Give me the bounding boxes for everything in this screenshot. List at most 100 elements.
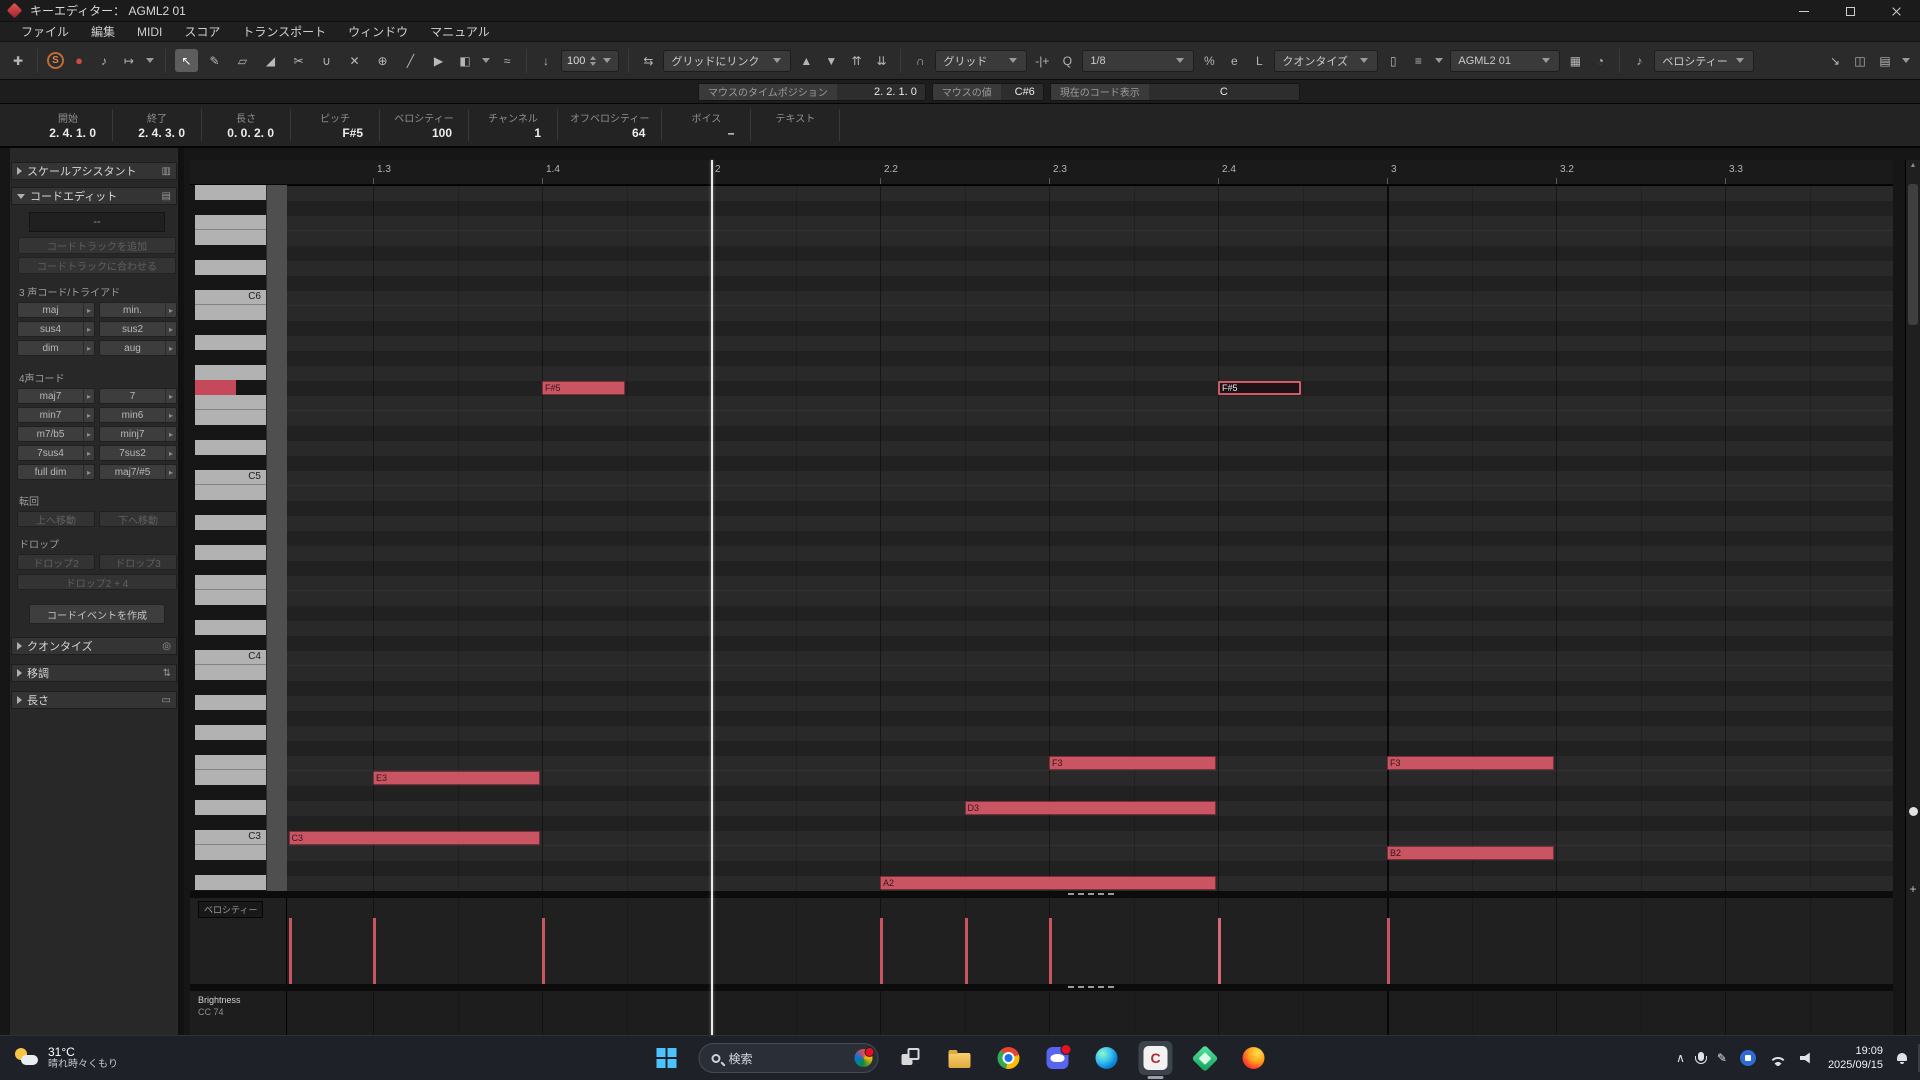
midi-note-D3[interactable]: D3 xyxy=(964,801,1216,815)
clock[interactable]: 19:09 2025/09/15 xyxy=(1828,1044,1883,1073)
curve-icon[interactable]: ≈ xyxy=(497,51,517,71)
chord-button-full dim[interactable]: full dim ▸ xyxy=(17,464,95,480)
piano-key-B4[interactable] xyxy=(195,485,266,500)
chord-button-min.[interactable]: min. ▸ xyxy=(99,302,177,318)
piano-key-G3[interactable] xyxy=(195,725,266,740)
midi-note-E3[interactable]: E3 xyxy=(373,771,540,785)
chord-button-maj7[interactable]: maj7 ▸ xyxy=(17,388,95,404)
edge-icon[interactable] xyxy=(1090,1041,1124,1075)
notification-bell-icon[interactable] xyxy=(1896,1052,1908,1064)
menu-item-マニュアル[interactable]: マニュアル xyxy=(419,23,501,40)
independent-loop-icon[interactable]: ◔ xyxy=(1590,51,1610,71)
velocity-stepper-icon[interactable] xyxy=(590,55,597,66)
piano-key-G6[interactable] xyxy=(195,185,266,200)
chord-button-maj[interactable]: maj ▸ xyxy=(17,302,95,318)
piano-key-A#3[interactable] xyxy=(195,680,266,695)
cubase-icon[interactable]: C xyxy=(1138,1041,1173,1079)
piano-key-G#5[interactable] xyxy=(195,350,266,365)
piano-key-D3[interactable] xyxy=(195,800,266,815)
chord-button-maj7/#5[interactable]: maj7/#5 ▸ xyxy=(99,464,177,480)
velocity-lane[interactable]: ベロシティー xyxy=(190,898,1893,984)
move-up-button[interactable]: ▲ xyxy=(796,51,816,71)
chord-expand-icon[interactable]: ▸ xyxy=(165,446,176,460)
chord-button-m7/b5[interactable]: m7/b5 ▸ xyxy=(17,426,95,442)
toolbar-setup-icon[interactable]: ✚ xyxy=(8,51,28,71)
tray-chevron-up-icon[interactable]: ∧ xyxy=(1676,1051,1685,1065)
menu-item-MIDI[interactable]: MIDI xyxy=(126,25,173,39)
menu-item-ファイル[interactable]: ファイル xyxy=(10,23,80,40)
link-grid-icon[interactable]: ⇆ xyxy=(638,51,658,71)
nudge-icon[interactable]: -|+ xyxy=(1032,51,1052,71)
trim-tool-button[interactable]: ◢ xyxy=(259,49,282,72)
snap-icon[interactable]: ∩ xyxy=(910,51,930,71)
piano-key-F#5[interactable] xyxy=(195,380,266,395)
quantize-q-icon[interactable]: Q xyxy=(1057,51,1077,71)
start-button[interactable] xyxy=(650,1041,684,1075)
scale-assistant-header[interactable]: スケールアシスタント ▥ xyxy=(11,162,177,180)
piano-key-E6[interactable] xyxy=(195,230,266,245)
open-in-lower-zone-icon[interactable]: ↘ xyxy=(1825,51,1845,71)
window-layout-caret-icon[interactable] xyxy=(1902,58,1910,63)
discord-icon[interactable] xyxy=(1041,1041,1075,1075)
move-up-more-button[interactable]: ⇈ xyxy=(846,51,866,71)
line-tool-button[interactable]: ╱ xyxy=(399,49,422,72)
zoom-in-icon[interactable]: + xyxy=(1906,882,1920,896)
velocity-bar[interactable] xyxy=(1387,918,1390,984)
timeline-ruler[interactable]: 1.3 1.4 2 2.2 2.3 2.4 3 3.2 3.3 xyxy=(190,160,1893,185)
piano-key-A#4[interactable] xyxy=(195,500,266,515)
cc-lane[interactable]: Brightness CC 74 xyxy=(190,991,1893,1035)
part-list-icon[interactable]: ≡ xyxy=(1408,51,1428,71)
menu-item-ウィンドウ[interactable]: ウィンドウ xyxy=(337,23,419,40)
firefox-icon[interactable] xyxy=(1237,1041,1271,1075)
chord-button-上へ移動[interactable]: 上へ移動 xyxy=(17,511,95,527)
piano-key-B3[interactable] xyxy=(195,665,266,680)
midi-note-A2[interactable]: A2 xyxy=(880,876,1216,890)
color-caret-icon[interactable] xyxy=(482,58,490,63)
velocity-bar[interactable] xyxy=(964,918,968,984)
color-tool-icon[interactable]: ◧ xyxy=(455,51,475,71)
piano-key-C4[interactable]: C4 xyxy=(195,650,266,665)
grid-overlay-icon[interactable]: ▦ xyxy=(1565,51,1585,71)
window-zones-icon[interactable]: ▤ xyxy=(1875,51,1895,71)
chord-button-min6[interactable]: min6 ▸ xyxy=(99,407,177,423)
velocity-bar[interactable] xyxy=(880,918,883,984)
playback-tool-button[interactable]: ▶ xyxy=(427,49,450,72)
maximize-button[interactable] xyxy=(1828,0,1872,22)
menu-item-編集[interactable]: 編集 xyxy=(80,23,126,40)
piano-key-F#4[interactable] xyxy=(195,560,266,575)
piano-key-A2[interactable] xyxy=(195,875,266,890)
swing-icon[interactable]: % xyxy=(1199,51,1219,71)
move-down-button[interactable]: ▼ xyxy=(821,51,841,71)
chord-button-7sus4[interactable]: 7sus4 ▸ xyxy=(17,445,95,461)
chord-expand-icon[interactable]: ▸ xyxy=(83,446,94,460)
lane-divider[interactable] xyxy=(190,984,1893,991)
piano-key-D6[interactable] xyxy=(195,260,266,275)
velocity-caret-icon[interactable] xyxy=(603,58,612,63)
chord-expand-icon[interactable]: ▸ xyxy=(83,465,94,479)
piano-key-C#4[interactable] xyxy=(195,635,266,650)
mute-tool-button[interactable]: ✕ xyxy=(343,49,366,72)
lane-resize-handle[interactable] xyxy=(1068,986,1114,988)
piano-key-D5[interactable] xyxy=(195,440,266,455)
piano-key-C5[interactable]: C5 xyxy=(195,470,266,485)
piano-key-C#3[interactable] xyxy=(195,815,266,830)
chord-expand-icon[interactable]: ▸ xyxy=(165,408,176,422)
part-caret-icon[interactable] xyxy=(1435,58,1444,63)
chord-expand-icon[interactable]: ▸ xyxy=(165,427,176,441)
create-chord-event-button[interactable]: コードイベントを作成 xyxy=(29,604,165,624)
chord-edit-header[interactable]: コードエディット ▤ xyxy=(11,187,177,205)
length-panel-header[interactable]: 長さ ▭ xyxy=(11,691,177,709)
chord-button-7sus2[interactable]: 7sus2 ▸ xyxy=(99,445,177,461)
lane-divider[interactable] xyxy=(190,891,1893,898)
cc-lane-name[interactable]: Brightness xyxy=(198,995,241,1005)
piano-key-G#3[interactable] xyxy=(195,710,266,725)
mic-icon[interactable] xyxy=(1694,1052,1707,1064)
piano-key-A#2[interactable] xyxy=(195,860,266,875)
piano-key-C3[interactable]: C3 xyxy=(195,830,266,845)
scrollbar-thumb[interactable] xyxy=(1908,184,1918,325)
chord-button-dim[interactable]: dim ▸ xyxy=(17,340,95,356)
solo-editor-button[interactable]: S xyxy=(47,52,64,69)
velocity-bars[interactable] xyxy=(287,898,1893,984)
velocity-bar[interactable] xyxy=(542,918,545,984)
pen-icon[interactable]: ✎ xyxy=(1717,1051,1727,1065)
